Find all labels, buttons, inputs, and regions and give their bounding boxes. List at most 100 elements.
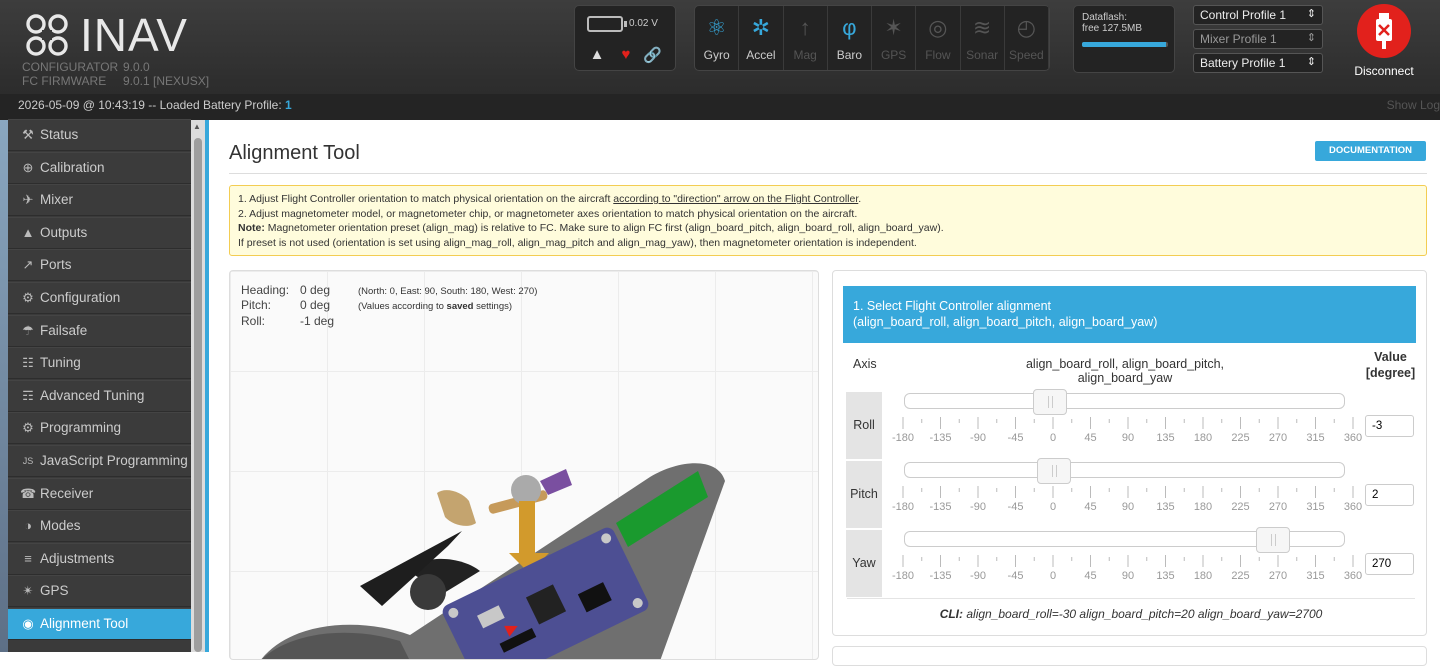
sensor-gyro: ⚛ Gyro: [695, 6, 740, 70]
pitch-value: 0 deg: [300, 298, 331, 312]
sidebar-item-calibration[interactable]: ⊕ Calibration: [8, 151, 191, 184]
tick-label: 270: [1268, 570, 1288, 582]
roll-slider[interactable]: [904, 389, 1345, 415]
dataflash-status: Dataflash: free 127.5MB: [1073, 5, 1175, 73]
sidebar-item-label: Programming: [40, 420, 122, 436]
note-line-4: If preset is not used (orientation is se…: [238, 236, 917, 249]
sidebar-scrollbar[interactable]: ▲: [191, 120, 205, 652]
gps-icon: ✶: [884, 15, 903, 40]
tick-label: 0: [1049, 432, 1057, 444]
pitch-slider-handle[interactable]: [1036, 458, 1071, 484]
sensor-flow: ◎ Flow: [916, 6, 961, 70]
satellite-icon: ✴: [22, 583, 34, 599]
board-alignment-heading: 1. Select Flight Controller alignment (a…: [843, 286, 1416, 343]
tick-label: -180: [891, 501, 915, 513]
note-line-1: 1. Adjust Flight Controller orientation …: [238, 193, 862, 205]
sidebar-item-gps[interactable]: ✴ GPS: [8, 575, 191, 608]
pitch-slider[interactable]: [904, 458, 1345, 484]
sidebar-item-ports[interactable]: ↗ Ports: [8, 249, 191, 282]
sidebar-item-advanced-tuning[interactable]: ☶ Advanced Tuning: [8, 379, 191, 412]
gyro-icon: ⚛: [706, 15, 727, 40]
tick-label: -90: [970, 570, 986, 582]
tick-label: 315: [1306, 570, 1325, 582]
status-profile-number: 1: [285, 98, 292, 112]
sidebar-item-modes[interactable]: ◑ Modes: [8, 510, 191, 543]
top-bar: INAV CONFIGURATOR 9.0.0 FC FIRMWARE 9.0.…: [0, 0, 1440, 94]
cog-icon: ⚙: [22, 420, 34, 436]
sidebar-item-label: Configuration: [40, 290, 121, 305]
status-message: 2026-05-09 @ 10:43:19 -- Loaded Battery …: [18, 98, 286, 112]
cli-command: CLI: align_board_roll=-30 align_board_pi…: [939, 607, 1323, 621]
sidebar-item-outputs[interactable]: ▲ Outputs: [8, 216, 191, 249]
saved-settings-hint: (Values according to saved settings): [358, 301, 513, 312]
sidebar-item-failsafe[interactable]: ☂ Failsafe: [8, 314, 191, 347]
flow-icon: ◎: [928, 15, 948, 40]
js-icon: JS: [22, 456, 34, 466]
show-log-link[interactable]: Show Log: [1387, 98, 1440, 112]
sidebar-item-adjustments[interactable]: ≡ Adjustments: [8, 542, 191, 575]
tick-marks: [902, 417, 1354, 429]
roll-label: Roll:: [241, 314, 266, 328]
updown-icon: ⇕: [1306, 8, 1316, 20]
mixer-profile-select[interactable]: Mixer Profile 1 ⇕: [1193, 29, 1323, 49]
sensor-label: Mag: [793, 48, 817, 62]
sidebar-item-receiver[interactable]: ☎ Receiver: [8, 477, 191, 510]
sensor-label: Accel: [746, 48, 776, 62]
tick-label: 45: [1084, 501, 1097, 513]
roll-slider-handle[interactable]: [1032, 389, 1067, 415]
sidebar-item-label: Receiver: [40, 485, 94, 501]
sidebar-item-tuning[interactable]: ☷ Tuning: [8, 347, 191, 380]
tick-label: -45: [1007, 570, 1024, 582]
parachute-icon: ☂: [22, 322, 34, 338]
tick-label: 90: [1121, 501, 1135, 513]
dataflash-label: Dataflash:: [1082, 12, 1128, 23]
battery-profile-select[interactable]: Battery Profile 1 ⇕: [1193, 53, 1323, 73]
heading-value: 0 deg: [300, 283, 331, 297]
sensor-label: Sonar: [966, 48, 999, 62]
sidebar-item-javascript-programming[interactable]: JS JavaScript Programming: [8, 445, 191, 477]
direction-arrow-link[interactable]: according to "direction" arrow on the Fl…: [613, 193, 858, 205]
battery-status: 0.02 V ▲ ♥ 🔗: [574, 5, 676, 71]
sidebar-item-label: Advanced Tuning: [40, 387, 145, 403]
sidebar-item-programming[interactable]: ⚙ Programming: [8, 412, 191, 445]
sidebar-item-label: Tuning: [40, 355, 81, 371]
tick-label: 225: [1231, 432, 1250, 444]
sensor-label: Baro: [836, 48, 863, 62]
wrench-icon: ⚒: [22, 127, 34, 142]
settings-header: align_board_roll, align_board_pitch, ali…: [1025, 357, 1225, 385]
sidebar-item-alignment-tool[interactable]: ◉ Alignment Tool: [8, 608, 191, 640]
motor-icon: ▲: [21, 224, 35, 240]
control-profile-select[interactable]: Control Profile 1 ⇕: [1193, 5, 1323, 25]
pitch-label: Pitch:: [241, 298, 272, 312]
roll-value-input[interactable]: [1365, 415, 1414, 437]
yaw-value-input[interactable]: [1365, 553, 1414, 575]
title-divider: [229, 173, 1427, 174]
sidebar-item-status[interactable]: ⚒ Status: [8, 119, 191, 151]
tick-label: 180: [1193, 501, 1213, 513]
gear-icon: ⚙: [22, 290, 34, 305]
dataflash-free: free 127.5MB: [1082, 23, 1143, 34]
sidebar-item-configuration[interactable]: ⚙ Configuration: [8, 282, 191, 314]
tick-label: 225: [1231, 501, 1250, 513]
sidebar-item-label: Modes: [40, 518, 81, 534]
model-viewport[interactable]: Heading: 0 deg Pitch: 0 deg Roll: -1 deg…: [229, 270, 819, 660]
tick-label: 270: [1268, 432, 1288, 444]
sensor-gps: ✶ GPS: [872, 6, 917, 70]
disconnect-button[interactable]: Disconnect: [1348, 4, 1420, 80]
tick-label: 315: [1306, 501, 1325, 513]
yaw-slider[interactable]: [904, 527, 1345, 553]
sidebar-item-mixer[interactable]: ✈ Mixer: [8, 184, 191, 217]
sidebar-item-label: Mixer: [40, 192, 73, 208]
tick-label: 270: [1268, 501, 1288, 513]
pitch-value-input[interactable]: [1365, 484, 1414, 506]
documentation-button[interactable]: DOCUMENTATION: [1315, 141, 1426, 161]
tick-label: -135: [929, 570, 952, 582]
scroll-up-icon[interactable]: ▲: [193, 122, 201, 131]
yaw-slider-handle[interactable]: [1255, 527, 1290, 553]
tick-label: -45: [1007, 501, 1024, 513]
sidebar-scroll-thumb[interactable]: [194, 138, 202, 652]
tick-label: 0: [1049, 570, 1057, 582]
baro-icon: φ: [842, 15, 857, 40]
battery-voltage: 0.02 V: [629, 18, 658, 29]
heading-hint: (North: 0, East: 90, South: 180, West: 2…: [358, 286, 538, 297]
